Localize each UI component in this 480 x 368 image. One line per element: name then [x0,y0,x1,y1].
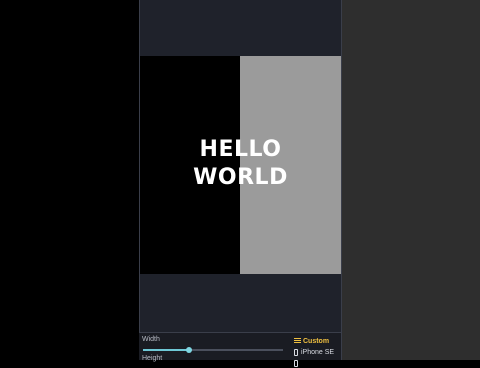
top-toolbar-area [140,0,341,56]
width-slider[interactable] [143,347,283,353]
size-controls-panel: Width Height Custom iPhone SE [139,332,342,367]
preview-canvas[interactable]: HELLO WORLD [140,56,341,274]
left-pillarbox [0,0,139,360]
lower-panel-area [140,274,341,332]
right-border [341,0,342,360]
preview-text: HELLO WORLD [140,136,341,192]
height-label: Height [142,355,163,362]
width-label: Width [142,336,160,343]
phone-icon [294,348,298,356]
phone-icon [294,359,298,367]
width-slider-thumb[interactable] [186,347,193,353]
preview-text-line2: WORLD [193,165,288,190]
width-slider-fill [143,349,190,351]
preset-custom-label: Custom [303,337,330,345]
preset-iphone-se-label: iPhone SE [301,348,335,356]
right-pillarbox [342,0,480,360]
list-icon [294,338,301,344]
app-window: HELLO WORLD Width Height Custom iPhone S… [139,0,342,367]
preset-custom[interactable]: Custom [294,336,329,346]
preview-text-line1: HELLO [199,137,282,162]
preset-iphone-se[interactable]: iPhone SE [294,347,334,357]
